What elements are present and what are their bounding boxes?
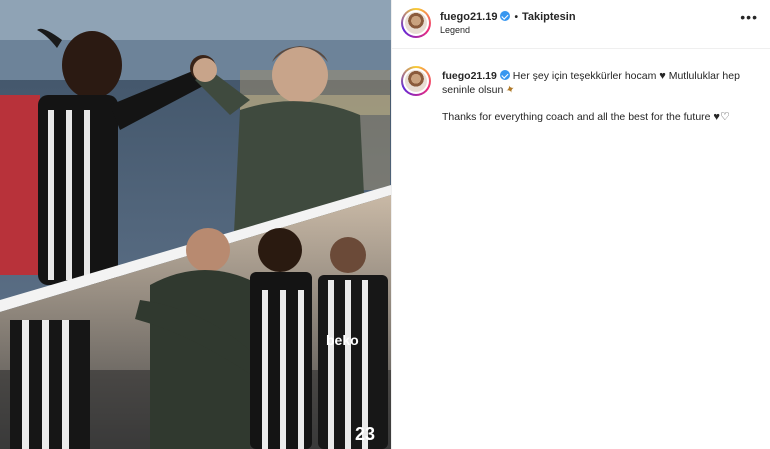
caption-text-en: Thanks for everything coach and all the … <box>442 110 762 124</box>
post-side-panel: fuego21.19 • Takiptesin Legend ••• fuego21… <box>391 0 770 449</box>
caption-username[interactable]: fuego21.19 <box>442 70 497 82</box>
caption-line-1: Her şey için teşekkürler hocam <box>512 70 657 82</box>
author-subtitle[interactable]: Legend <box>440 25 470 35</box>
post-image[interactable]: beko 23 <box>0 0 391 449</box>
jersey-sponsor-text: beko <box>326 332 359 348</box>
sparkle-emoji-icon: ✦ <box>504 82 518 98</box>
caption-text-tr: fuego21.19 Her şey için teşekkürler hoca… <box>442 69 752 97</box>
author-username[interactable]: fuego21.19 <box>440 11 497 23</box>
caption-author-avatar[interactable] <box>401 66 431 96</box>
verified-badge-icon <box>499 70 510 80</box>
verified-badge-icon <box>500 11 511 21</box>
white-heart-icon: ♡ <box>719 111 730 123</box>
caption-english: Thanks for everything coach and all the … <box>442 111 711 123</box>
more-options-icon[interactable]: ••• <box>740 10 758 24</box>
following-button[interactable]: Takiptesin <box>522 11 576 23</box>
separator-dot: • <box>514 12 518 23</box>
author-avatar[interactable] <box>401 8 431 38</box>
post-header: fuego21.19 • Takiptesin Legend ••• <box>392 0 770 49</box>
post-photo-collage: beko 23 <box>0 0 391 449</box>
black-heart-icon: ♥ <box>659 70 666 82</box>
author-username-row: fuego21.19 • Takiptesin <box>440 11 576 23</box>
jersey-number-text: 23 <box>355 424 375 444</box>
